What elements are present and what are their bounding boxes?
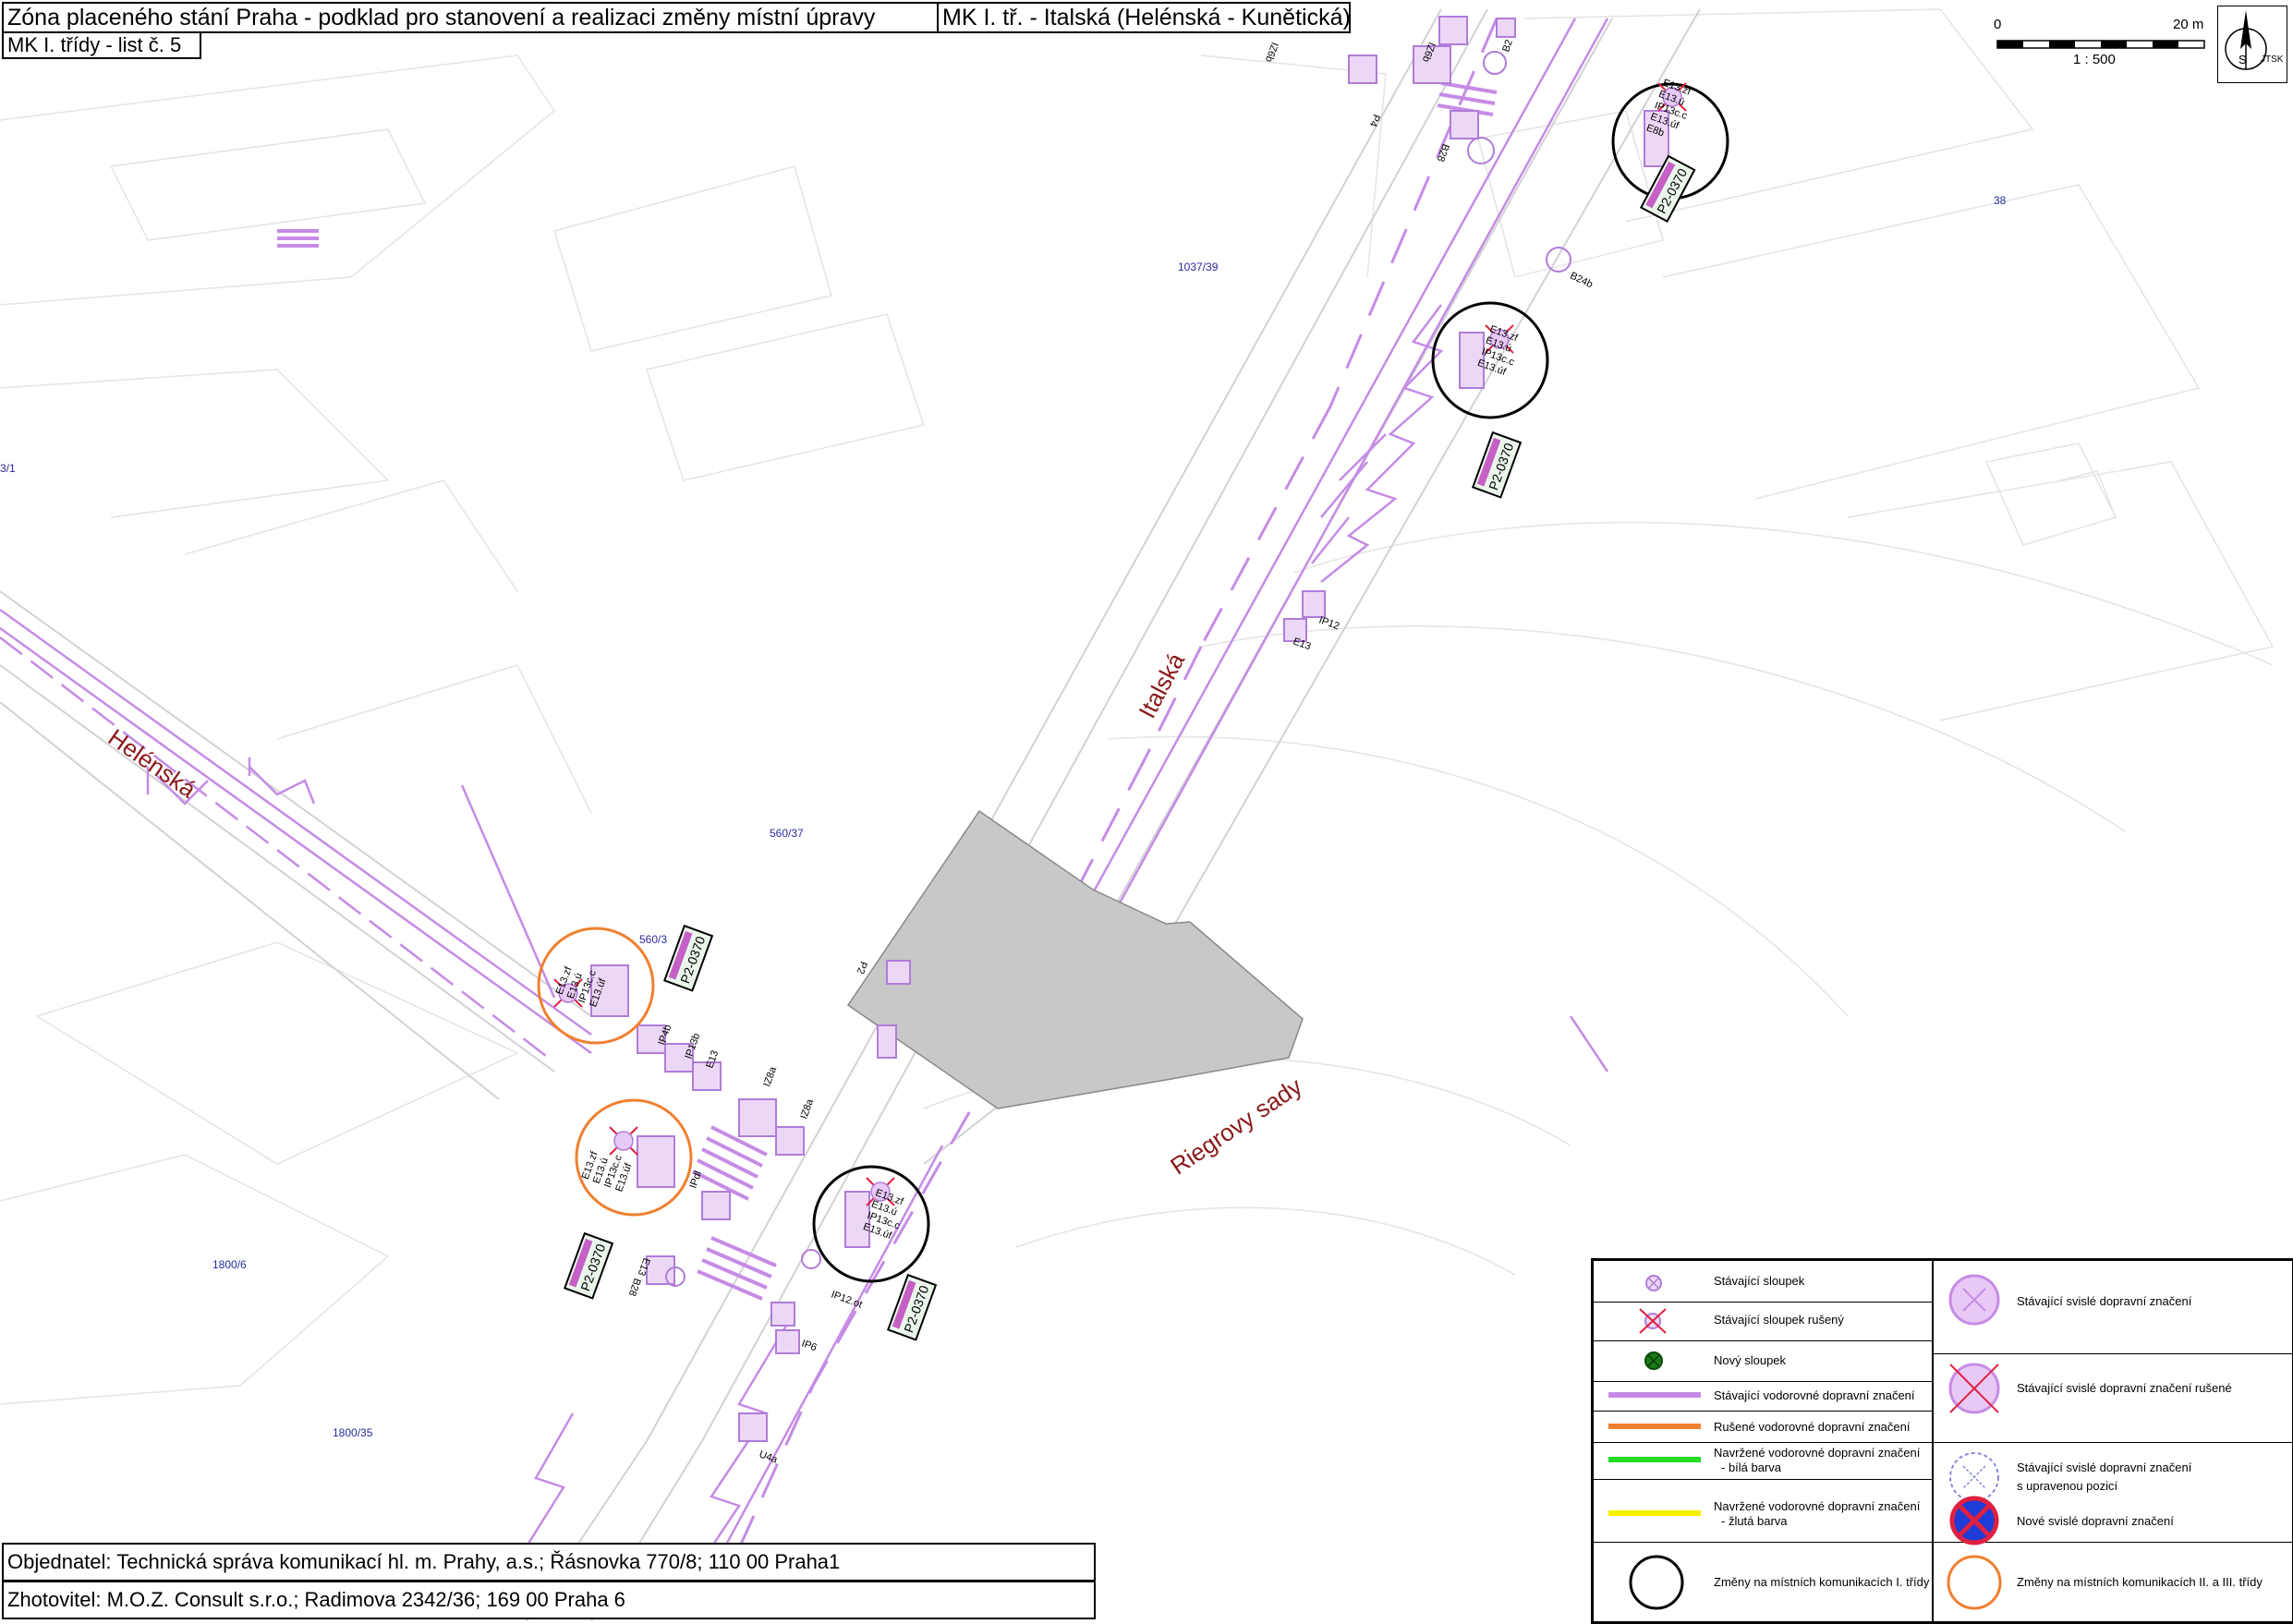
legend-divider	[1932, 1261, 1934, 1621]
orange-circle-icon	[1947, 1555, 2002, 1610]
legend-label: Navržené vodorovné dopravní značení	[1714, 1499, 1921, 1513]
compass-icon	[2225, 10, 2267, 70]
legend-label: Rušené vodorovné dopravní značení	[1714, 1420, 1911, 1434]
existing-marking-swatch	[1608, 1392, 1701, 1398]
map-title: Zóna placeného stání Praha - podklad pro…	[2, 2, 942, 33]
parcel-number: 560/3	[639, 933, 668, 946]
new-sign-icon	[1949, 1496, 1999, 1545]
legend-label: s upravenou pozicí	[2017, 1479, 2118, 1493]
legend-label: - žlutá barva	[1721, 1514, 1788, 1528]
parcel-number: 1800/35	[333, 1426, 373, 1439]
removed-post-icon	[1639, 1308, 1667, 1334]
building-polygon	[846, 809, 1304, 1109]
scale-end: 20 m	[2173, 17, 2204, 32]
black-circle-icon	[1629, 1555, 1684, 1610]
existing-post-icon	[1645, 1275, 1662, 1291]
parcel-number: 38	[1994, 194, 2007, 207]
legend-label: Stávající sloupek	[1714, 1274, 1805, 1288]
map-legend: Stávající sloupek Stávající sloupek ruše…	[1591, 1258, 2293, 1624]
legend-label: Nový sloupek	[1714, 1353, 1787, 1367]
parcel-number: 560/37	[770, 827, 804, 840]
parcel-number: 3/1	[0, 462, 16, 475]
compass-letter: S	[2238, 53, 2247, 67]
existing-sign-icon	[1948, 1274, 2000, 1326]
existing-markings	[0, 18, 1609, 1608]
scale-start: 0	[1994, 17, 2002, 32]
removed-sign-icon	[1948, 1363, 2000, 1414]
legend-label: Stávající sloupek rušený	[1714, 1313, 1844, 1327]
legend-label: Stávající vodorovné dopravní značení	[1714, 1388, 1915, 1402]
legend-label: Stávající svislé dopravní značení	[2017, 1460, 2192, 1474]
street-edges	[0, 8, 1701, 1621]
compass-system: JTSK	[2261, 55, 2284, 65]
legend-label: Nové svislé dopravní značení	[2017, 1514, 2174, 1528]
contractor-info: Zhotovitel: M.O.Z. Consult s.r.o.; Radim…	[2, 1581, 1096, 1619]
parcel-number: 1037/39	[1178, 261, 1219, 273]
removed-marking-swatch	[1608, 1424, 1701, 1429]
proposed-yellow-swatch	[1608, 1510, 1701, 1516]
north-arrow: S JTSK	[2217, 6, 2287, 83]
client-info: Objednatel: Technická správa komunikací …	[2, 1543, 1096, 1582]
pedestrian-crossings	[277, 81, 1498, 1301]
scale-ratio: 1 : 500	[2073, 52, 2116, 67]
parcel-number: 1800/6	[212, 1258, 247, 1271]
legend-label: Navržené vodorovné dopravní značení	[1714, 1446, 1921, 1460]
legend-label: - bílá barva	[1721, 1460, 1782, 1474]
legend-label: Změny na místních komunikacích I. třídy	[1714, 1575, 1930, 1589]
map-section-title: MK I. tř. - Italská (Helénská - Kunětick…	[937, 2, 1351, 33]
proposed-white-swatch	[1608, 1457, 1701, 1462]
legend-label: Stávající svislé dopravní značení	[2017, 1294, 2192, 1308]
legend-label: Stávající svislé dopravní značení rušené	[2017, 1381, 2232, 1395]
existing-signs	[637, 16, 1516, 1442]
new-post-icon	[1644, 1351, 1663, 1370]
legend-label: Změny na místních komunikacích II. a III…	[2017, 1575, 2263, 1589]
existing-sign-circles	[665, 51, 1571, 1287]
sheet-number: MK I. třídy - list č. 5	[2, 31, 201, 59]
scale-bar	[1996, 40, 2205, 49]
